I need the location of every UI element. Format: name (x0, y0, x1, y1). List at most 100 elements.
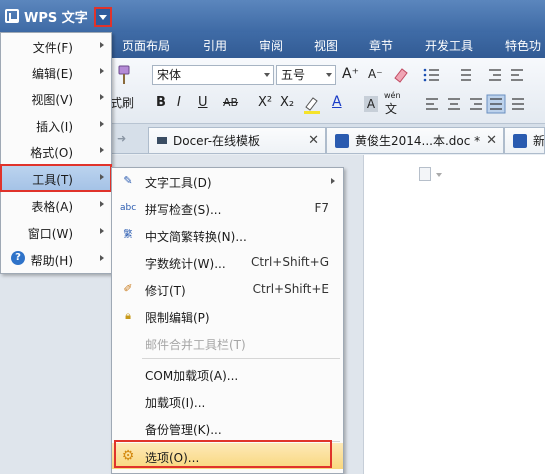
alignment-buttons-icon[interactable] (423, 94, 541, 114)
subscript-button[interactable]: X₂ (280, 95, 294, 110)
clear-format-icon[interactable] (392, 66, 410, 84)
menu-item-tools[interactable]: 工具(T) (1, 165, 111, 191)
menu-item-file[interactable]: 文件(F) (1, 33, 111, 59)
chevron-right-icon (331, 178, 335, 184)
chevron-right-icon (100, 121, 104, 127)
chevron-down-icon (264, 73, 270, 77)
grow-font-button[interactable]: A⁺ (342, 66, 359, 82)
paste-options-icon[interactable] (419, 167, 431, 181)
menu-item-label: 文字工具(D) (145, 176, 212, 190)
list-buttons-icon[interactable] (423, 65, 541, 85)
chevron-right-icon (100, 201, 104, 207)
menu-item-label: 限制编辑(P) (145, 311, 210, 325)
tab-view[interactable]: 视图 (314, 37, 338, 54)
menu-item-label: 插入(I) (36, 120, 73, 134)
close-icon[interactable]: ✕ (308, 133, 319, 148)
font-size-select[interactable]: 五号 (276, 65, 336, 85)
menu-separator (142, 358, 340, 359)
menu-item-text-tools[interactable]: ✎ 文字工具(D) (112, 168, 343, 194)
menu-separator (142, 441, 340, 442)
menu-item-backup[interactable]: 备份管理(K)... (112, 415, 343, 441)
menu-item-view[interactable]: 视图(V) (1, 85, 111, 111)
chevron-right-icon (100, 174, 104, 180)
chevron-right-icon (100, 68, 104, 74)
help-icon: ? (11, 251, 25, 265)
menu-item-edit[interactable]: 编辑(E) (1, 59, 111, 85)
menu-item-label: 文件(F) (32, 41, 73, 55)
shortcut-label: Ctrl+Shift+E (252, 282, 329, 296)
doc-tab-label: Docer-在线模板 (173, 134, 261, 148)
app-menu-button[interactable]: WPS 文字 (0, 3, 92, 29)
tab-chapter[interactable]: 章节 (369, 37, 393, 54)
menu-item-table[interactable]: 表格(A) (1, 192, 111, 218)
menu-dropdown-button[interactable] (94, 7, 112, 27)
menu-item-label: 编辑(E) (32, 67, 73, 81)
close-icon[interactable]: ✕ (486, 133, 497, 148)
tab-page-layout[interactable]: 页面布局 (122, 37, 170, 54)
menu-item-label: 加载项(I)... (145, 396, 206, 410)
menu-item-revision[interactable]: ✐ 修订(T) Ctrl+Shift+E (112, 276, 343, 302)
shrink-font-button[interactable]: A⁻ (368, 67, 383, 81)
docer-icon (157, 137, 167, 144)
doc-tab-label: 新 (533, 134, 545, 148)
menu-item-help[interactable]: ? 帮助(H) (1, 246, 111, 272)
tab-features[interactable]: 特色功 (505, 37, 541, 54)
chevron-down-icon (436, 173, 442, 177)
title-bar: WPS 文字 (0, 0, 545, 32)
chevron-right-icon (100, 42, 104, 48)
menu-item-com-addins[interactable]: COM加载项(A)... (112, 361, 343, 387)
menu-item-label: 字数统计(W)... (145, 257, 226, 271)
menu-item-label: 工具(T) (32, 173, 73, 187)
menu-item-insert[interactable]: 插入(I) (1, 112, 111, 138)
menu-item-label: 视图(V) (31, 93, 73, 107)
gear-icon: ⚙ (121, 448, 135, 464)
menu-item-label: 中文简繁转换(N)... (145, 230, 247, 244)
app-title: WPS 文字 (24, 10, 88, 26)
chevron-down-icon (99, 14, 107, 20)
doc-tab-current[interactable]: 黄俊生2014...本.doc * ✕ (326, 127, 504, 153)
menu-item-chinese-convert[interactable]: 繁 中文简繁转换(N)... (112, 222, 343, 248)
shortcut-label: F7 (314, 201, 329, 215)
text-tool-icon: ✎ (123, 174, 133, 187)
menu-item-format[interactable]: 格式(O) (1, 138, 111, 164)
doc-tab-docer[interactable]: Docer-在线模板 ✕ (148, 127, 326, 153)
spell-check-icon: abc (120, 203, 137, 213)
main-menu: 文件(F) 编辑(E) 视图(V) 插入(I) 格式(O) 工具(T) 表格(A… (0, 32, 112, 274)
word-doc-icon (513, 133, 527, 148)
menu-item-restrict-editing[interactable]: 🔒︎ 限制编辑(P) (112, 303, 343, 329)
tab-review[interactable]: 审阅 (259, 37, 283, 54)
tab-scroll-arrow-icon[interactable]: ➜ (117, 132, 126, 145)
menu-item-addins[interactable]: 加载项(I)... (112, 388, 343, 414)
font-name-value: 宋体 (157, 68, 182, 82)
menu-item-options[interactable]: ⚙ 选项(O)... (112, 443, 343, 469)
menu-item-label: 拼写检查(S)... (145, 203, 222, 217)
doc-tab-new[interactable]: 新 (504, 127, 545, 153)
word-doc-icon (335, 133, 349, 148)
bold-button[interactable]: B (156, 95, 166, 110)
menu-item-label: 选项(O)... (145, 451, 200, 465)
wps-logo-icon (5, 9, 19, 23)
tab-developer[interactable]: 开发工具 (425, 37, 473, 54)
tab-references[interactable]: 引用 (203, 37, 227, 54)
strikethrough-button[interactable]: AB (223, 96, 238, 109)
menu-item-window[interactable]: 窗口(W) (1, 219, 111, 245)
font-name-select[interactable]: 宋体 (152, 65, 274, 85)
superscript-button[interactable]: X² (258, 95, 272, 110)
menu-item-spell-check[interactable]: abc 拼写检查(S)... F7 (112, 195, 343, 221)
menu-item-label: 格式(O) (30, 146, 73, 160)
font-size-value: 五号 (281, 68, 306, 82)
pinyin-label[interactable]: wén (384, 91, 401, 100)
chinese-convert-icon: 繁 (123, 230, 133, 240)
document-page[interactable] (363, 155, 545, 474)
pinyin-guide-button[interactable]: 文 (385, 100, 397, 117)
format-painter-label[interactable]: 式刷 (110, 94, 134, 111)
underline-button[interactable]: U (198, 95, 208, 110)
text-color-button[interactable]: A (332, 94, 342, 110)
menu-item-label: 窗口(W) (27, 227, 73, 241)
highlight-icon[interactable] (302, 95, 324, 115)
menu-item-label: 备份管理(K)... (145, 423, 222, 437)
italic-button[interactable]: I (177, 95, 181, 110)
format-painter-icon[interactable] (114, 64, 134, 88)
menu-item-word-count[interactable]: 字数统计(W)... Ctrl+Shift+G (112, 249, 343, 275)
char-shading-button[interactable]: A (364, 96, 378, 112)
